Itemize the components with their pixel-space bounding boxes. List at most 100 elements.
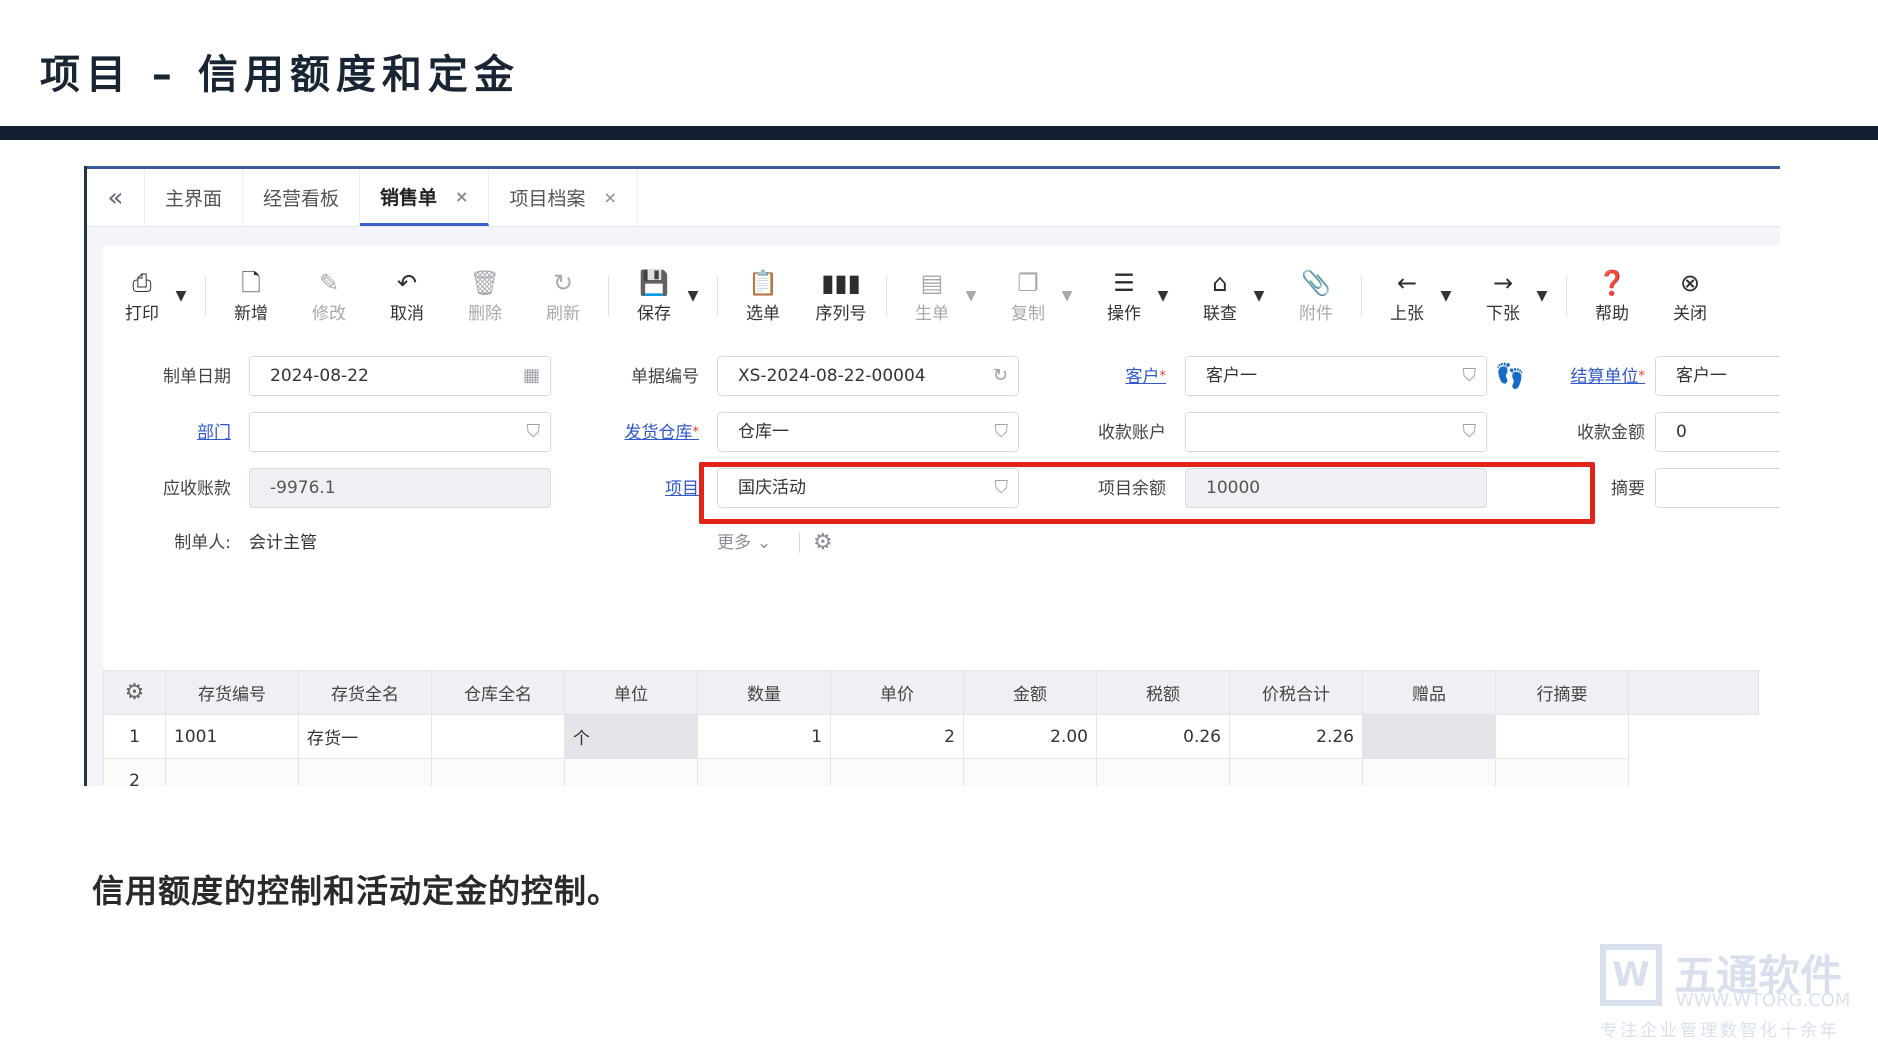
tab-sales-order[interactable]: 销售单 × xyxy=(360,169,490,226)
close-icon[interactable]: × xyxy=(455,187,468,206)
col-header[interactable]: 价税合计 xyxy=(1229,670,1363,715)
serial-number-button[interactable]: ▮▮▮ 序列号 xyxy=(802,261,880,331)
maker-value: 会计主管 xyxy=(249,533,317,553)
project-label[interactable]: 项目 xyxy=(591,468,699,510)
cell-memo[interactable] xyxy=(1495,714,1629,759)
settle-unit-label[interactable]: 结算单位* xyxy=(1537,356,1646,398)
refresh-icon[interactable]: ↻ xyxy=(993,357,1008,395)
col-header[interactable]: 仓库全名 xyxy=(431,670,565,715)
slide-title: 项目 – 信用额度和定金 xyxy=(40,52,520,98)
col-header[interactable]: 存货编号 xyxy=(165,670,299,715)
chevron-down-icon[interactable]: ▼ xyxy=(1151,261,1175,331)
calendar-icon[interactable]: ▦ xyxy=(523,357,540,395)
form-row-2: 部门 ⛉ 发货仓库* 仓库一 ⛉ 收款账户 ⛉ 收款金额 0 xyxy=(103,412,1780,454)
attachment-button[interactable]: 📎 附件 xyxy=(1277,261,1355,331)
undo-icon: ↶ xyxy=(396,268,418,297)
collapse-icon[interactable]: « xyxy=(87,169,145,226)
bill-no-field[interactable]: XS-2024-08-22-00004 ↻ xyxy=(717,356,1019,396)
chevron-down-icon[interactable]: ▼ xyxy=(681,261,705,331)
edit-button[interactable]: ✎ 修改 xyxy=(290,261,368,331)
help-button[interactable]: ❓ 帮助 xyxy=(1573,261,1651,331)
chevron-down-icon[interactable]: ▼ xyxy=(959,261,983,331)
chevron-down-icon[interactable]: ▼ xyxy=(169,261,193,331)
col-header[interactable]: 税额 xyxy=(1096,670,1230,715)
chevron-down-icon[interactable]: ▼ xyxy=(1530,261,1554,331)
delete-button[interactable]: 🗑 删除 xyxy=(446,261,524,331)
chevron-down-icon[interactable]: ▼ xyxy=(1055,261,1079,331)
grid-settings-icon[interactable]: ⚙ xyxy=(103,670,166,715)
form-row-4: 制单人: 会计主管 更多 ⌄ ⚙ xyxy=(103,522,1780,564)
footprint-icon[interactable]: 👣 xyxy=(1495,362,1525,390)
tab-dashboard[interactable]: 经营看板 xyxy=(243,169,361,226)
copy-icon: ❐ xyxy=(1017,268,1039,297)
cell-tax[interactable]: 0.26 xyxy=(1096,714,1230,759)
select-bill-button[interactable]: 📋 选单 xyxy=(724,261,802,331)
date-label: 制单日期 xyxy=(163,367,231,387)
dept-label[interactable]: 部门 xyxy=(123,412,231,454)
company-url: WWW.WTORG.COM xyxy=(1676,990,1851,1011)
cell-code[interactable]: 1001 xyxy=(165,714,299,759)
date-field[interactable]: 2024-08-22 ▦ xyxy=(249,356,551,396)
customer-field[interactable]: 客户一 ⛉ xyxy=(1185,356,1487,396)
cancel-button[interactable]: ↶ 取消 xyxy=(368,261,446,331)
warehouse-field[interactable]: 仓库一 ⛉ xyxy=(717,412,1019,452)
col-header[interactable]: 数量 xyxy=(697,670,831,715)
cell-warehouse[interactable] xyxy=(431,714,565,759)
chevron-down-icon[interactable]: ▼ xyxy=(1434,261,1458,331)
account-label: 收款账户 xyxy=(1098,423,1166,443)
close-icon[interactable]: × xyxy=(603,188,616,207)
bill-no-label: 单据编号 xyxy=(631,367,699,387)
close-circle-icon: ⊗ xyxy=(1679,268,1701,297)
save-icon: 💾 xyxy=(639,268,669,297)
settle-unit-field[interactable]: 客户一 xyxy=(1655,356,1780,396)
customer-label[interactable]: 客户* xyxy=(1058,356,1167,398)
dept-field[interactable]: ⛉ xyxy=(249,412,551,452)
filter-icon[interactable]: ⛉ xyxy=(995,413,1009,451)
more-button[interactable]: 更多 ⌄ xyxy=(717,522,771,564)
watermark: W 五通软件 WWW.WTORG.COM 专注企业管理数智化十余年 xyxy=(1600,944,1860,1044)
maker-label: 制单人: xyxy=(174,533,231,553)
account-field[interactable]: ⛉ xyxy=(1185,412,1487,452)
close-button[interactable]: ⊗ 关闭 xyxy=(1651,261,1729,331)
slide-caption: 信用额度的控制和活动定金的控制。 xyxy=(92,872,621,910)
question-icon: ❓ xyxy=(1597,268,1627,297)
form-row-1: 制单日期 2024-08-22 ▦ 单据编号 XS-2024-08-22-0000… xyxy=(103,356,1780,398)
cell-total[interactable]: 2.26 xyxy=(1229,714,1363,759)
refresh-button[interactable]: ↻ 刷新 xyxy=(524,261,602,331)
gear-icon[interactable]: ⚙ xyxy=(813,522,833,564)
summary-field[interactable] xyxy=(1655,468,1780,508)
tab-main[interactable]: 主界面 xyxy=(145,169,244,226)
cell-price[interactable]: 2 xyxy=(830,714,964,759)
app-screenshot: « 主界面 经营看板 销售单 × 项目档案 × ⎙ 打印 ▼ 🗋 新增 ✎ 修改 ↶ 取消 … xyxy=(84,166,1780,786)
printer-icon: ⎙ xyxy=(132,268,152,297)
filter-icon[interactable]: ⛉ xyxy=(1463,357,1477,395)
cell-name[interactable]: 存货一 xyxy=(298,714,432,759)
cell-unit[interactable]: 个 xyxy=(564,714,698,759)
company-logo: W xyxy=(1600,944,1662,1006)
receivable-field: -9976.1 xyxy=(249,468,551,508)
table-row[interactable]: 1 1001 存货一 个 1 2 2.00 0.26 2.26 xyxy=(103,714,1759,759)
cell-qty[interactable]: 1 xyxy=(697,714,831,759)
filter-icon[interactable]: ⛉ xyxy=(527,413,541,451)
company-slogan: 专注企业管理数智化十余年 xyxy=(1600,1021,1840,1041)
add-button[interactable]: 🗋 新增 xyxy=(212,261,290,331)
cell-amount[interactable]: 2.00 xyxy=(963,714,1097,759)
tab-project-archive[interactable]: 项目档案 × xyxy=(489,169,638,226)
highlight-box xyxy=(699,462,1595,524)
select-doc-icon: 📋 xyxy=(748,268,778,297)
cell-gift[interactable] xyxy=(1362,714,1496,759)
col-header[interactable]: 行摘要 xyxy=(1495,670,1629,715)
col-header[interactable]: 存货全名 xyxy=(298,670,432,715)
detail-grid: ⚙ 存货编号 存货全名 仓库全名 单位 数量 单价 金额 税额 价税合计 赠品 … xyxy=(103,670,1780,786)
col-header[interactable]: 单位 xyxy=(564,670,698,715)
warehouse-label[interactable]: 发货仓库* xyxy=(591,412,700,454)
filter-icon[interactable]: ⛉ xyxy=(1463,413,1477,451)
add-doc-icon: 🗋 xyxy=(241,268,261,297)
amount-field[interactable]: 0 xyxy=(1655,412,1780,452)
row-index: 1 xyxy=(103,714,166,759)
col-header[interactable]: 赠品 xyxy=(1362,670,1496,715)
chevron-down-icon[interactable]: ▼ xyxy=(1247,261,1271,331)
table-row[interactable]: 2 xyxy=(103,758,1759,786)
col-header[interactable]: 单价 xyxy=(830,670,964,715)
col-header[interactable]: 金额 xyxy=(963,670,1097,715)
